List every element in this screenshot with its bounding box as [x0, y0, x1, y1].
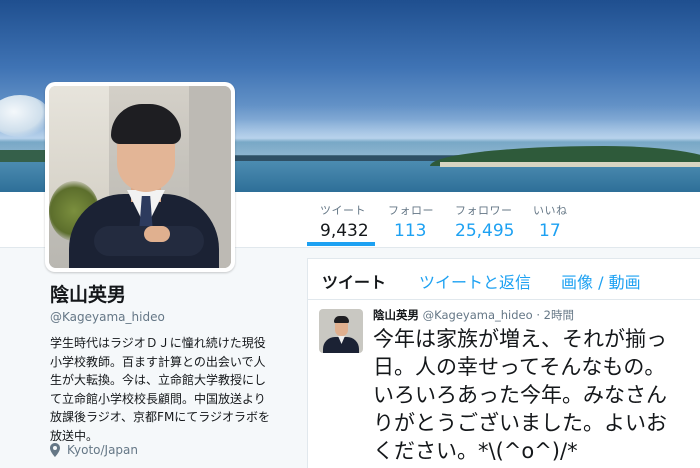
tab-tweets-and-replies[interactable]: ツイートと返信	[419, 269, 531, 293]
tweet-timestamp[interactable]: 2時間	[544, 308, 574, 322]
nav-likes-count: 17	[539, 221, 561, 241]
profile-avatar[interactable]	[45, 82, 235, 272]
tweet-text-line: 今年は家族が増え、それが揃っ	[373, 327, 667, 351]
nav-followers-label: フォロワー	[455, 204, 513, 217]
timeline: ツイート ツイートと返信 画像 / 動画 陰山英男 @Kageyama_hide…	[307, 258, 700, 468]
bio-line: 生が大転換。今は、立命館大学教授にし	[50, 373, 267, 387]
bio-line: 学生時代はラジオＤＪに憧れ続けた現役	[50, 336, 266, 350]
profile-bio: 学生時代はラジオＤＪに憧れ続けた現役 小学校教師。百ます計算との出会いで人 生が…	[50, 334, 290, 445]
tweet-avatar[interactable]	[319, 309, 363, 353]
nav-followers[interactable]: フォロワー 25,495	[455, 202, 514, 241]
tweet-header: 陰山英男 @Kageyama_hideo · 2時間	[373, 307, 574, 323]
nav-likes-label: いいね	[533, 204, 568, 217]
bridge	[230, 155, 460, 161]
nav-likes[interactable]: いいね 17	[533, 202, 568, 241]
bio-line: 放課後ラジオ、京都FMにてラジオラボを	[50, 410, 271, 424]
timeline-tabs: ツイート ツイートと返信 画像 / 動画	[308, 259, 700, 300]
tweet-text: 今年は家族が増え、それが揃っ 日。人の幸せってそんなもの。 いろいろあった今年。…	[373, 325, 700, 465]
tab-tweets[interactable]: ツイート	[322, 269, 386, 293]
tweet[interactable]: 陰山英男 @Kageyama_hideo · 2時間 今年は家族が増え、それが揃…	[308, 300, 700, 468]
avatar-photo	[49, 86, 231, 268]
nav-followers-count: 25,495	[455, 221, 515, 241]
tweet-text-line: いろいろあった今年。みなさん	[373, 383, 667, 407]
tweet-text-line: りがとうございました。よいお	[373, 411, 667, 435]
island-beach	[440, 162, 700, 167]
nav-following-label: フォロー	[388, 204, 434, 217]
profile-handle[interactable]: @Kageyama_hideo	[50, 310, 290, 324]
nav-tweets-label: ツイート	[320, 204, 366, 217]
tweet-separator: ·	[536, 308, 540, 322]
bio-line: て立命館小学校校長顧問。中国放送より	[50, 391, 266, 406]
tweet-avatar-hair	[334, 316, 349, 323]
nav-active-underline	[307, 242, 375, 246]
avatar-hand	[144, 226, 170, 242]
profile-location: Kyoto/Japan	[50, 443, 138, 457]
location-text: Kyoto/Japan	[67, 443, 138, 457]
tweet-text-line: 日。人の幸せってそんなもの。	[373, 355, 666, 379]
left-shore	[0, 150, 50, 162]
tab-media[interactable]: 画像 / 動画	[561, 269, 641, 293]
tweet-author-name[interactable]: 陰山英男	[373, 308, 419, 322]
profile-card: 陰山英男 @Kageyama_hideo 学生時代はラジオＤＪに憧れ続けた現役 …	[50, 280, 290, 445]
nav-following-count: 113	[394, 221, 427, 241]
nav-tweets-count: 9,432	[320, 221, 369, 241]
nav-following[interactable]: フォロー 113	[388, 202, 434, 241]
bio-line: 小学校教師。百ます計算との出会いで人	[50, 354, 266, 369]
tweet-text-line: ください。*\(^o^)/*	[373, 439, 578, 463]
nav-tweets[interactable]: ツイート 9,432	[320, 202, 369, 241]
profile-name[interactable]: 陰山英男	[50, 280, 290, 307]
tweet-author-handle[interactable]: @Kageyama_hideo	[423, 308, 533, 322]
map-pin-icon	[50, 443, 60, 457]
